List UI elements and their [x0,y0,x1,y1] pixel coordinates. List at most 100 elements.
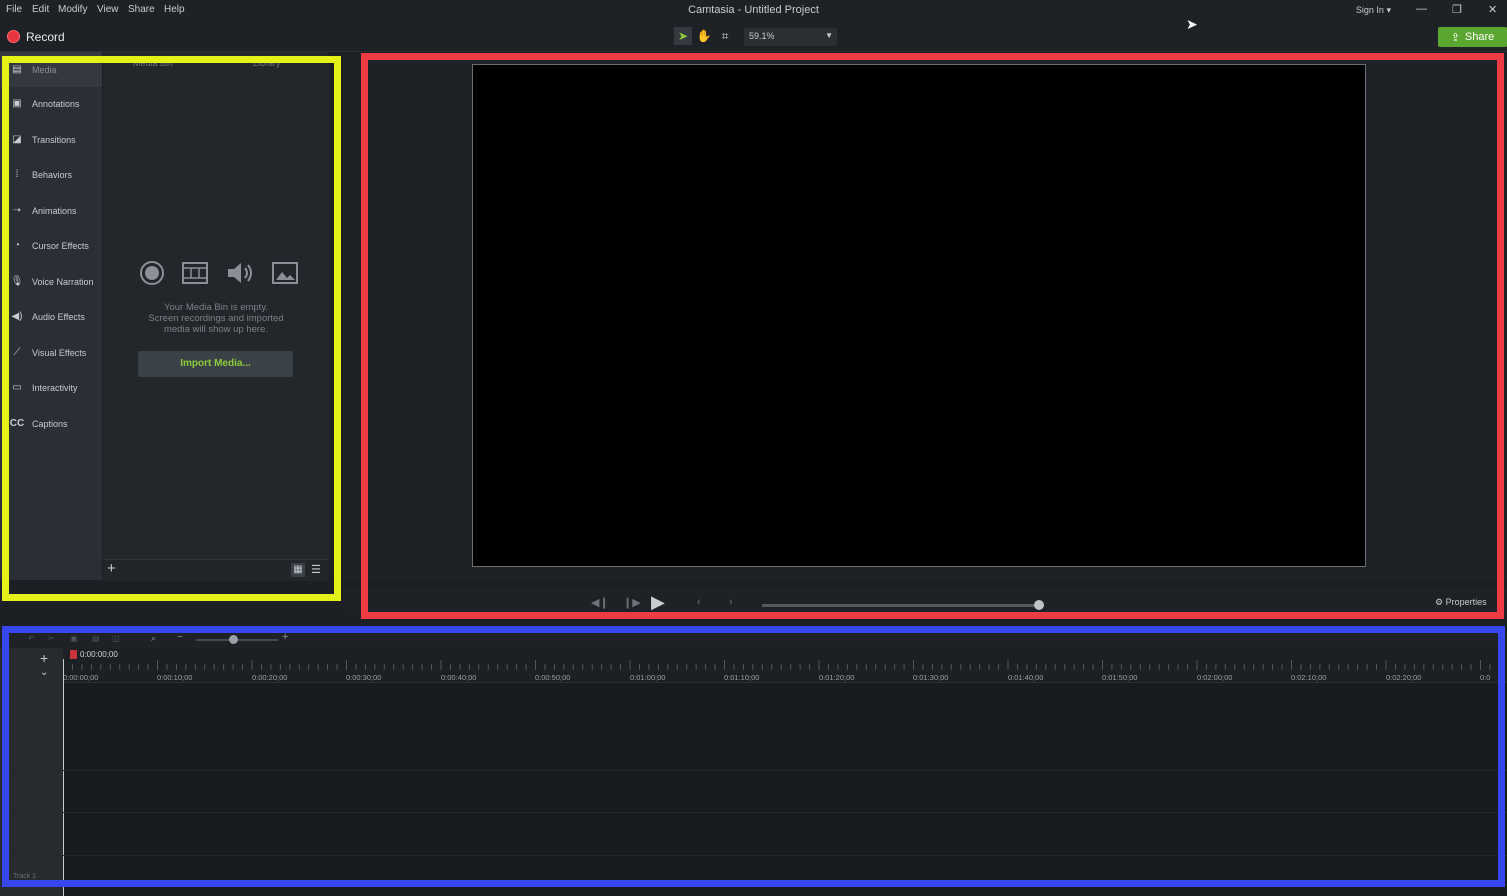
zoom-in-icon[interactable]: + [282,631,288,643]
playback-scrubber[interactable] [762,604,1039,607]
tick-label: 0:01:10;00 [724,673,760,682]
media-bin-panel: Your Media Bin is empty. Screen recordin… [103,52,329,580]
timeline-ruler[interactable]: 0:00:00;00 0:00:10;00 0:00:20;00 0:00:30… [63,648,1507,683]
play-icon[interactable]: ▶ [651,592,665,613]
import-media-button[interactable]: Import Media... [138,351,293,377]
sidebar-item-annotations[interactable]: ▣ Annotations [0,87,102,122]
zoom-value: 59.1% [749,31,775,41]
sidebar-item-visual-effects[interactable]: ⟋ Visual Effects [0,336,102,371]
properties-button[interactable]: ⚙ Properties [1435,597,1487,608]
timeline-toolbar: ↶ ✂ ▣ ▤ ◫ ⌕ − + [0,630,1507,648]
undo-icon[interactable]: ↶ [28,634,35,643]
share-button[interactable]: ⇪ Share [1438,27,1507,47]
video-icon [182,262,208,284]
media-tabs: Media Bin Library [103,52,329,74]
chevron-down-icon: ▾ [1386,5,1391,15]
sidebar-item-animations[interactable]: ➝ Animations [0,194,102,229]
playhead-line[interactable] [63,659,64,896]
timeline-tracks[interactable] [63,648,1507,896]
split-icon[interactable]: ◫ [112,634,120,643]
sidebar-item-label: Animations [32,206,77,216]
sidebar-item-label: Visual Effects [32,348,87,358]
chevron-down-icon: ▼ [825,31,833,40]
ruler-ticks [63,660,1500,670]
tick-label: 0:02:20;00 [1386,673,1422,682]
magic-wand-icon: ⟋ [13,347,21,358]
interactive-icon: ▭ [12,382,22,393]
sidebar-item-label: Annotations [32,99,80,109]
step-forward-icon[interactable]: ❙▶ [623,596,641,609]
tab-media-bin[interactable]: Media Bin [133,58,173,68]
image-icon [272,262,298,284]
tick-label: 0:0 [1480,673,1491,682]
tick-label: 0:01:00;00 [630,673,666,682]
cut-icon[interactable]: ✂ [48,634,55,643]
add-track-icon[interactable]: + [40,650,48,666]
add-icon[interactable]: + [107,560,116,577]
behaviors-icon: ⁞ [15,169,19,180]
window-title: Camtasia - Untitled Project [688,4,819,16]
sidebar-item-label: Captions [32,419,68,429]
sidebar-item-audio-effects[interactable]: ◀) Audio Effects [0,300,102,335]
preview-canvas[interactable] [472,64,1366,567]
callout-icon: ▣ [12,98,22,109]
media-panel-footer: + ▦ ☰ [103,559,329,581]
sidebar-item-label: Transitions [32,135,76,145]
film-strip-icon: ▤ [12,64,22,75]
sidebar-item-transitions[interactable]: ◪ Transitions [0,123,102,158]
playhead-handle[interactable] [70,650,77,659]
copy-icon[interactable]: ▣ [70,634,78,643]
empty-message-line: Your Media Bin is empty. [163,302,269,313]
zoom-out-icon[interactable]: − [177,632,183,643]
share-icon: ⇪ [1450,31,1460,44]
tick-label: 0:01:30;00 [913,673,949,682]
tick-label: 0:00:40;00 [441,673,477,682]
chevron-down-icon[interactable]: ⌄ [40,667,48,678]
sidebar-item-label: Voice Narration [32,277,94,287]
sidebar-item-behaviors[interactable]: ⁞ Behaviors [0,158,102,193]
restore-icon[interactable]: ❐ [1452,3,1462,16]
sidebar-item-label: Audio Effects [32,312,85,322]
grid-view-icon[interactable]: ▦ [291,563,305,577]
zoom-select[interactable]: 59.1% ▼ [744,28,837,46]
tick-label: 0:02:10;00 [1291,673,1327,682]
track-label: Track 1 [13,873,37,880]
transition-icon: ◪ [12,134,22,145]
pan-tool-icon[interactable]: ✋ [695,27,713,45]
playhead-time: 0:00:00;00 [80,650,118,659]
sidebar-item-captions[interactable]: CC Captions [0,407,102,442]
sidebar-item-interactivity[interactable]: ▭ Interactivity [0,371,102,406]
sign-in-button[interactable]: Sign In ▾ [1356,5,1391,16]
empty-message-line: media will show up here. [163,324,269,335]
tick-label: 0:01:50;00 [1102,673,1138,682]
sidebar-item-label: Media [32,65,57,75]
scrubber-handle[interactable] [1034,600,1044,610]
minimize-icon[interactable]: — [1416,3,1427,15]
sidebar-item-voice-narration[interactable]: 🎙 Voice Narration [0,265,102,300]
timeline-zoom-handle[interactable] [229,635,238,644]
paste-icon[interactable]: ▤ [92,634,100,643]
record-button[interactable]: Record [26,30,65,44]
crop-tool-icon[interactable]: ⌗ [716,27,734,45]
sidebar-item-label: Cursor Effects [32,241,89,251]
sidebar-item-media[interactable]: ▤ Media [0,52,102,87]
animation-icon: ➝ [12,205,22,216]
tick-label: 0:01:40;00 [1008,673,1044,682]
gear-icon: ⚙ [1435,597,1444,607]
tools-sidebar: ▤ Media ▣ Annotations ◪ Transitions ⁞ Be… [0,52,102,580]
list-view-icon[interactable]: ☰ [311,563,321,576]
select-tool-icon[interactable]: ➤ [674,27,692,45]
tick-label: 0:01:20;00 [819,673,855,682]
sidebar-item-cursor-effects[interactable]: ◔ Cursor Effects [0,229,102,264]
microphone-icon: 🎙 [10,276,24,287]
tick-label: 0:00:30;00 [346,673,382,682]
next-icon[interactable]: › [729,596,733,608]
tick-label: 0:00:10;00 [157,673,193,682]
tick-label: 0:02:00;00 [1197,673,1233,682]
close-icon[interactable]: ✕ [1488,3,1497,16]
record-icon[interactable] [7,30,20,43]
tab-library[interactable]: Library [253,58,281,68]
previous-icon[interactable]: ‹ [697,596,701,608]
step-back-icon[interactable]: ◀❙ [591,596,609,609]
zoom-search-icon[interactable]: ⌕ [151,633,156,644]
